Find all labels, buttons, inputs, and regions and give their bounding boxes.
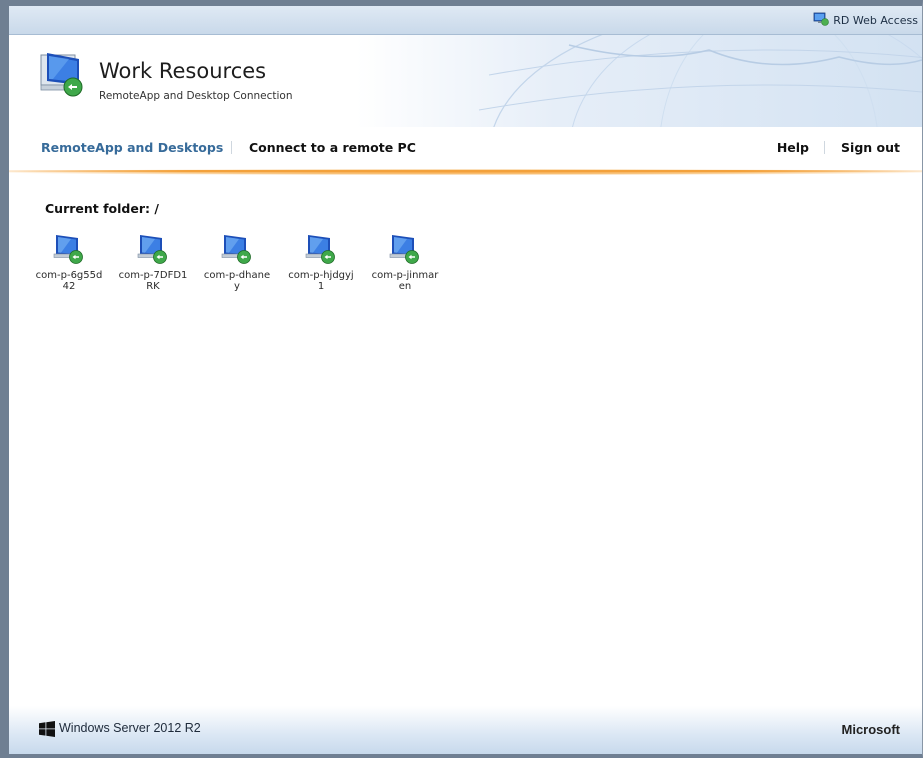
rd-web-access-icon (813, 12, 830, 29)
remote-desktop-icon (388, 232, 422, 266)
resource-tile[interactable]: com-p-6g55d42 (27, 232, 111, 292)
help-link[interactable]: Help (777, 140, 809, 155)
resource-tile[interactable]: com-p-hjdgyj1 (279, 232, 363, 292)
windows-logo-icon (39, 721, 55, 741)
nav-divider (231, 141, 232, 154)
browser-window: RD Web Access Work Resources RemoteApp a… (0, 0, 923, 758)
resource-name: com-p-7DFD1RK (118, 270, 188, 292)
remote-desktop-icon (304, 232, 338, 266)
remote-desktop-icon (52, 232, 86, 266)
sign-out-link[interactable]: Sign out (841, 140, 900, 155)
top-bar: RD Web Access (9, 6, 922, 35)
page-footer: Windows Server 2012 R2 Microsoft (9, 706, 922, 754)
resource-list: com-p-6g55d42 com-p-7DFD1RK com-p-dhaney… (27, 232, 447, 292)
tab-connect-to-remote-pc[interactable]: Connect to a remote PC (249, 140, 416, 155)
page-subtitle: RemoteApp and Desktop Connection (99, 90, 293, 102)
resource-tile[interactable]: com-p-dhaney (195, 232, 279, 292)
navigation-bar: RemoteApp and Desktops Connect to a remo… (9, 127, 922, 171)
resource-tile[interactable]: com-p-7DFD1RK (111, 232, 195, 292)
resource-name: com-p-6g55d42 (35, 270, 103, 292)
tab-remoteapp-and-desktops[interactable]: RemoteApp and Desktops (41, 140, 223, 155)
rd-web-access-label: RD Web Access (833, 13, 918, 27)
remote-desktop-icon (136, 232, 170, 266)
windows-server-label: Windows Server 2012 R2 (59, 721, 201, 735)
resource-name: com-p-hjdgyj1 (288, 270, 354, 292)
accent-divider (9, 169, 922, 175)
resource-name: com-p-dhaney (203, 270, 271, 292)
resource-tile[interactable]: com-p-jinmaren (363, 232, 447, 292)
remote-desktop-icon (220, 232, 254, 266)
microsoft-brand: Microsoft (841, 722, 901, 737)
nav-divider (824, 141, 825, 154)
current-folder-label: Current folder: / (45, 201, 159, 216)
rd-web-access-badge: RD Web Access (813, 11, 918, 29)
resource-name: com-p-jinmaren (371, 270, 439, 292)
page-header: Work Resources RemoteApp and Desktop Con… (9, 35, 922, 127)
page-title: Work Resources (99, 59, 267, 83)
remote-desktop-logo-icon (39, 51, 87, 101)
